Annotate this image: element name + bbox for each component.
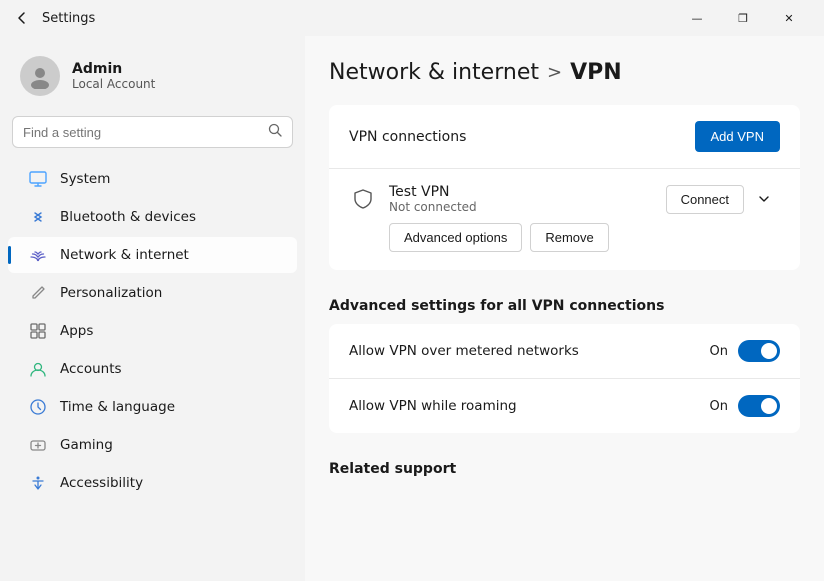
vpn-info: Test VPN Not connected — [389, 184, 654, 214]
user-account: Local Account — [72, 77, 155, 91]
sidebar-item-gaming[interactable]: Gaming — [8, 427, 297, 463]
breadcrumb-current: VPN — [570, 60, 622, 85]
network-icon — [28, 245, 48, 265]
accounts-icon — [28, 359, 48, 379]
user-info: Admin Local Account — [72, 61, 155, 91]
accessibility-icon — [28, 473, 48, 493]
sidebar-item-label-gaming: Gaming — [60, 437, 113, 453]
sidebar-item-apps[interactable]: Apps — [8, 313, 297, 349]
main-content: Network & internet > VPN VPN connections… — [305, 36, 824, 581]
sidebar: Admin Local Account — [0, 36, 305, 581]
gaming-icon — [28, 435, 48, 455]
sidebar-item-accounts[interactable]: Accounts — [8, 351, 297, 387]
vpn-item-top: Test VPN Not connected Connect — [349, 183, 780, 215]
toggle-row-roaming: Allow VPN while roaming On — [329, 379, 800, 433]
search-box — [12, 116, 293, 148]
vpn-name: Test VPN — [389, 184, 654, 200]
metered-toggle[interactable] — [738, 340, 780, 362]
metered-state-label: On — [710, 344, 728, 359]
minimize-button[interactable]: — — [674, 0, 720, 36]
connect-button[interactable]: Connect — [666, 185, 744, 214]
settings-window: Settings — ❐ ✕ Admin Local Account — [0, 0, 824, 581]
roaming-toggle-right: On — [710, 395, 780, 417]
sidebar-item-label-network: Network & internet — [60, 247, 189, 263]
sidebar-item-bluetooth[interactable]: Bluetooth & devices — [8, 199, 297, 235]
vpn-expanded-actions: Advanced options Remove — [349, 215, 780, 256]
window-title: Settings — [42, 11, 664, 26]
add-vpn-button[interactable]: Add VPN — [695, 121, 780, 152]
remove-button[interactable]: Remove — [530, 223, 608, 252]
sidebar-item-personalization[interactable]: Personalization — [8, 275, 297, 311]
user-section: Admin Local Account — [0, 44, 305, 116]
breadcrumb-chevron: > — [547, 62, 562, 83]
user-name: Admin — [72, 61, 155, 77]
search-input[interactable] — [23, 125, 262, 140]
avatar — [20, 56, 60, 96]
vpn-chevron-button[interactable] — [748, 183, 780, 215]
sidebar-item-label-system: System — [60, 171, 110, 187]
toggle-row-metered: Allow VPN over metered networks On — [329, 324, 800, 378]
sidebar-item-label-accounts: Accounts — [60, 361, 122, 377]
vpn-actions: Connect — [666, 183, 780, 215]
sidebar-item-label-apps: Apps — [60, 323, 93, 339]
titlebar: Settings — ❐ ✕ — [0, 0, 824, 36]
advanced-settings-title: Advanced settings for all VPN connection… — [329, 282, 800, 324]
advanced-options-button[interactable]: Advanced options — [389, 223, 522, 252]
breadcrumb: Network & internet > VPN — [329, 60, 800, 85]
vpn-connections-header: VPN connections Add VPN — [329, 105, 800, 168]
sidebar-item-time[interactable]: Time & language — [8, 389, 297, 425]
back-button[interactable] — [12, 8, 32, 28]
search-icon — [268, 123, 282, 141]
sidebar-item-network[interactable]: Network & internet — [8, 237, 297, 273]
sidebar-item-label-accessibility: Accessibility — [60, 475, 143, 491]
vpn-status: Not connected — [389, 200, 654, 214]
sidebar-item-label-time: Time & language — [60, 399, 175, 415]
system-icon — [28, 169, 48, 189]
advanced-settings-card: Allow VPN over metered networks On Allow… — [329, 324, 800, 433]
maximize-button[interactable]: ❐ — [720, 0, 766, 36]
roaming-label: Allow VPN while roaming — [349, 398, 517, 414]
metered-toggle-right: On — [710, 340, 780, 362]
apps-icon — [28, 321, 48, 341]
metered-label: Allow VPN over metered networks — [349, 343, 579, 359]
vpn-item: Test VPN Not connected Connect — [329, 169, 800, 270]
time-icon — [28, 397, 48, 417]
window-controls: — ❐ ✕ — [674, 0, 812, 36]
personalization-icon — [28, 283, 48, 303]
roaming-toggle[interactable] — [738, 395, 780, 417]
breadcrumb-parent[interactable]: Network & internet — [329, 60, 539, 85]
close-button[interactable]: ✕ — [766, 0, 812, 36]
window-content: Admin Local Account — [0, 36, 824, 581]
related-support-title: Related support — [329, 445, 800, 485]
sidebar-item-accessibility[interactable]: Accessibility — [8, 465, 297, 501]
sidebar-item-label-bluetooth: Bluetooth & devices — [60, 209, 196, 225]
sidebar-item-label-personalization: Personalization — [60, 285, 162, 301]
roaming-state-label: On — [710, 399, 728, 414]
vpn-connections-card: VPN connections Add VPN Test VPN Not c — [329, 105, 800, 270]
sidebar-item-system[interactable]: System — [8, 161, 297, 197]
shield-icon — [349, 185, 377, 213]
bluetooth-icon — [28, 207, 48, 227]
vpn-connections-label: VPN connections — [349, 129, 466, 145]
